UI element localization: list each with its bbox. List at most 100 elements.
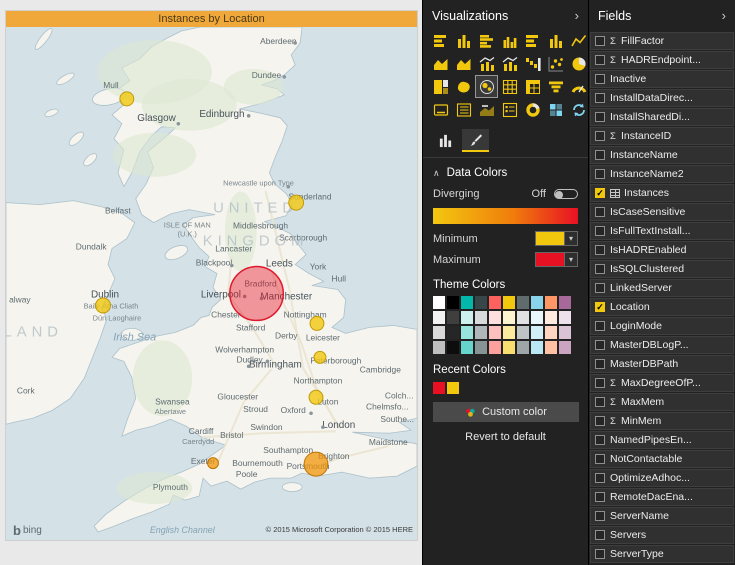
map-visual[interactable]: Instances by Location Aberdeen Dundee Mull…	[5, 10, 418, 541]
field-checkbox[interactable]	[595, 416, 605, 426]
map-icon[interactable]	[475, 75, 498, 98]
field-checkbox[interactable]	[595, 511, 605, 521]
field-checkbox[interactable]	[595, 549, 605, 559]
field-item-installshareddi[interactable]: InstallSharedDi...	[590, 108, 734, 126]
clustered-bar-chart-icon[interactable]	[476, 30, 497, 51]
donut-chart-icon[interactable]	[522, 99, 543, 120]
field-item-issqlclustered[interactable]: IsSQLClustered	[590, 260, 734, 278]
field-checkbox[interactable]	[595, 283, 605, 293]
data-colors-section-header[interactable]: ∧ Data Colors	[423, 158, 588, 185]
theme-color-swatch[interactable]	[545, 341, 557, 354]
field-checkbox[interactable]	[595, 359, 605, 369]
matrix-icon[interactable]	[522, 76, 543, 97]
tab-fields[interactable]	[432, 129, 459, 152]
tab-format[interactable]	[462, 129, 489, 152]
gauge-icon[interactable]	[568, 76, 588, 97]
theme-color-swatch[interactable]	[531, 326, 543, 339]
multi-row-card-icon[interactable]	[453, 99, 474, 120]
field-checkbox[interactable]	[595, 207, 605, 217]
recent-color-swatch[interactable]	[447, 382, 459, 394]
field-item-instancename2[interactable]: InstanceName2	[590, 165, 734, 183]
pie-chart-icon[interactable]	[568, 53, 588, 74]
theme-color-swatch[interactable]	[475, 326, 487, 339]
kpi-icon[interactable]	[476, 99, 497, 120]
theme-color-swatch[interactable]	[489, 311, 501, 324]
theme-color-swatch[interactable]	[545, 296, 557, 309]
theme-color-swatch[interactable]	[433, 311, 445, 324]
field-item-loginmode[interactable]: LoginMode	[590, 317, 734, 335]
report-canvas[interactable]: Instances by Location Aberdeen Dundee Mull…	[0, 0, 422, 565]
treemap-icon[interactable]	[430, 76, 451, 97]
field-item-servername[interactable]: ServerName	[590, 507, 734, 525]
theme-color-swatch[interactable]	[517, 326, 529, 339]
clustered-column-chart-icon[interactable]	[499, 30, 520, 51]
theme-color-swatch[interactable]	[545, 326, 557, 339]
theme-color-swatch[interactable]	[517, 296, 529, 309]
theme-color-swatch[interactable]	[531, 311, 543, 324]
field-item-masterdbpath[interactable]: MasterDBPath	[590, 355, 734, 373]
waterfall-chart-icon[interactable]	[522, 53, 543, 74]
field-item-ishadrenabled[interactable]: IsHADREnabled	[590, 241, 734, 259]
stacked-column-chart-icon[interactable]	[453, 30, 474, 51]
line-chart-icon[interactable]	[568, 30, 588, 51]
field-checkbox[interactable]	[595, 55, 605, 65]
theme-color-swatch[interactable]	[447, 326, 459, 339]
field-item-fillfactor[interactable]: Σ FillFactor	[590, 32, 734, 50]
field-item-isfulltextinstall[interactable]: IsFullTextInstall...	[590, 222, 734, 240]
collapse-pane-icon[interactable]: ›	[575, 8, 579, 23]
theme-color-swatch[interactable]	[433, 341, 445, 354]
field-checkbox[interactable]: ✓	[595, 302, 605, 312]
field-checkbox[interactable]	[595, 473, 605, 483]
field-checkbox[interactable]	[595, 378, 605, 388]
location-bubble-yellow[interactable]	[119, 91, 135, 107]
theme-color-swatch[interactable]	[517, 341, 529, 354]
theme-color-swatch[interactable]	[559, 341, 571, 354]
theme-color-swatch[interactable]	[447, 341, 459, 354]
location-bubble-yellow[interactable]	[308, 389, 324, 405]
theme-color-swatch[interactable]	[461, 311, 473, 324]
stacked-area-chart-icon[interactable]	[453, 53, 474, 74]
field-checkbox[interactable]	[595, 321, 605, 331]
field-checkbox[interactable]	[595, 530, 605, 540]
field-checkbox[interactable]	[595, 93, 605, 103]
field-item-optimizeadhoc[interactable]: OptimizeAdhoc...	[590, 469, 734, 487]
field-checkbox[interactable]	[595, 226, 605, 236]
minimum-color-dropdown[interactable]: ▾	[535, 231, 578, 246]
field-item-servertype[interactable]: ServerType	[590, 545, 734, 563]
theme-color-swatch[interactable]	[545, 311, 557, 324]
theme-color-swatch[interactable]	[531, 296, 543, 309]
field-item-namedpipesen[interactable]: NamedPipesEn...	[590, 431, 734, 449]
location-bubble-yellow[interactable]	[95, 297, 111, 314]
field-checkbox[interactable]	[595, 245, 605, 255]
field-checkbox[interactable]	[595, 74, 605, 84]
location-bubble-orange[interactable]	[303, 451, 329, 477]
maximum-color-dropdown[interactable]: ▾	[535, 252, 578, 267]
recent-color-swatch[interactable]	[433, 382, 445, 394]
card-icon[interactable]	[430, 99, 451, 120]
theme-color-swatch[interactable]	[433, 296, 445, 309]
field-item-instances[interactable]: ✓ Instances	[590, 184, 734, 202]
field-checkbox[interactable]	[595, 492, 605, 502]
theme-color-swatch[interactable]	[461, 296, 473, 309]
theme-color-swatch[interactable]	[503, 311, 515, 324]
field-item-notcontactable[interactable]: NotContactable	[590, 450, 734, 468]
theme-color-swatch[interactable]	[503, 341, 515, 354]
field-checkbox[interactable]	[595, 435, 605, 445]
theme-color-swatch[interactable]	[475, 296, 487, 309]
field-item-instancename[interactable]: InstanceName	[590, 146, 734, 164]
location-bubble-red[interactable]	[229, 265, 285, 322]
field-item-maxmem[interactable]: Σ MaxMem	[590, 393, 734, 411]
area-chart-icon[interactable]	[430, 53, 451, 74]
field-checkbox[interactable]	[595, 36, 605, 46]
field-item-iscasesensitive[interactable]: IsCaseSensitive	[590, 203, 734, 221]
collapse-pane-icon[interactable]: ›	[722, 8, 726, 23]
field-checkbox[interactable]	[595, 131, 605, 141]
100-stacked-bar-chart-icon[interactable]	[522, 30, 543, 51]
field-item-location[interactable]: ✓ Location	[590, 298, 734, 316]
theme-color-swatch[interactable]	[531, 341, 543, 354]
theme-color-swatch[interactable]	[447, 311, 459, 324]
theme-color-swatch[interactable]	[475, 311, 487, 324]
uk-bubble-map[interactable]: Aberdeen Dundee Mull Glasgow Edinburgh Newcas…	[6, 27, 417, 540]
location-bubble-yellow[interactable]	[288, 194, 305, 211]
scatter-chart-icon[interactable]	[545, 53, 566, 74]
